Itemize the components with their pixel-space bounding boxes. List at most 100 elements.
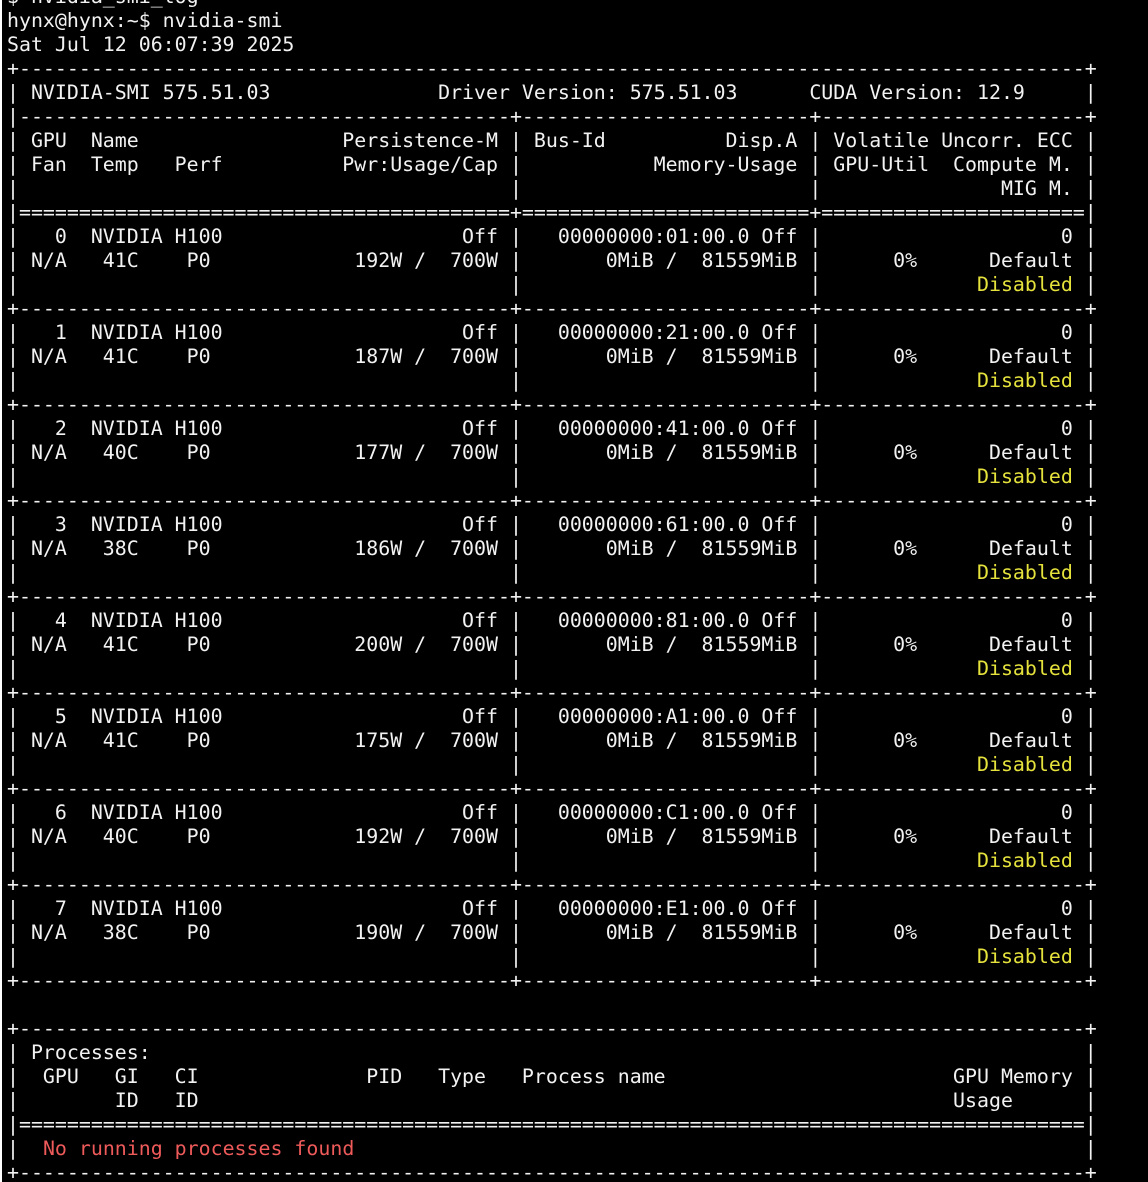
terminal-line: | N/A 41C P0 187W / 700W | 0MiB / 81559M… [7,345,1097,369]
terminal-text: | 6 NVIDIA H100 Off | 00000000:C1:00.0 O… [7,801,1097,824]
terminal-text: +---------------------------------------… [7,393,1097,416]
terminal-line: | GPU GI CI PID Type Process name GPU Me… [7,1065,1097,1089]
terminal-text: | NVIDIA-SMI 575.51.03 Driver Version: 5… [7,81,1097,104]
terminal-window[interactable]: $ nvidia_smi_loghynx@hynx:~$ nvidia-smiS… [2,0,1148,1182]
terminal-line: | 2 NVIDIA H100 Off | 00000000:41:00.0 O… [7,417,1097,441]
terminal-line: | 5 NVIDIA H100 Off | 00000000:A1:00.0 O… [7,705,1097,729]
terminal-text: | N/A 41C P0 175W / 700W | 0MiB / 81559M… [7,729,1097,752]
mig-mode-disabled-text: Disabled [977,273,1073,296]
terminal-line: | N/A 40C P0 177W / 700W | 0MiB / 81559M… [7,441,1097,465]
terminal-text: | | | [7,753,977,776]
terminal-line: +---------------------------------------… [7,873,1097,897]
terminal-line: $ nvidia_smi_log [7,0,1097,9]
terminal-text: | | | [7,273,977,296]
terminal-line: +---------------------------------------… [7,777,1097,801]
terminal-text: | [1072,273,1097,296]
mig-mode-disabled-text: Disabled [977,657,1073,680]
terminal-text: | GPU Name Persistence-M | Bus-Id Disp.A… [7,129,1097,152]
terminal-line: +---------------------------------------… [7,969,1097,993]
terminal-line: +---------------------------------------… [7,1017,1097,1041]
terminal-text: | | | MIG M. | [7,177,1097,200]
terminal-text: +---------------------------------------… [7,777,1097,800]
terminal-line: | | | MIG M. | [7,177,1097,201]
terminal-line: | | | Disabled | [7,273,1097,297]
terminal-text: |---------------------------------------… [7,105,1097,128]
terminal-text: | 3 NVIDIA H100 Off | 00000000:61:00.0 O… [7,513,1097,536]
terminal-text: | [1072,753,1097,776]
terminal-line: | NVIDIA-SMI 575.51.03 Driver Version: 5… [7,81,1097,105]
terminal-text: +---------------------------------------… [7,873,1097,896]
terminal-line: +---------------------------------------… [7,393,1097,417]
terminal-line: | | | Disabled | [7,753,1097,777]
terminal-line: +---------------------------------------… [7,489,1097,513]
terminal-line: | 1 NVIDIA H100 Off | 00000000:21:00.0 O… [7,321,1097,345]
terminal-line: | | | Disabled | [7,561,1097,585]
mig-mode-disabled-text: Disabled [977,753,1073,776]
terminal-line: hynx@hynx:~$ nvidia-smi [7,9,1097,33]
terminal-text: | [354,1137,1097,1160]
terminal-text: hynx@hynx:~$ nvidia-smi [7,9,283,32]
terminal-line: | | | Disabled | [7,945,1097,969]
terminal-line: | N/A 41C P0 200W / 700W | 0MiB / 81559M… [7,633,1097,657]
mig-mode-disabled-text: Disabled [977,369,1073,392]
terminal-text: | 2 NVIDIA H100 Off | 00000000:41:00.0 O… [7,417,1097,440]
terminal-line: | | | Disabled | [7,657,1097,681]
terminal-text: | | | [7,657,977,680]
mig-mode-disabled-text: Disabled [977,849,1073,872]
terminal-text: |=======================================… [7,201,1097,224]
terminal-line: | N/A 41C P0 175W / 700W | 0MiB / 81559M… [7,729,1097,753]
terminal-line: |---------------------------------------… [7,105,1097,129]
terminal-text: +---------------------------------------… [7,1017,1097,1040]
terminal-line: | | | Disabled | [7,369,1097,393]
terminal-line: | GPU Name Persistence-M | Bus-Id Disp.A… [7,129,1097,153]
terminal-text: Sat Jul 12 06:07:39 2025 [7,33,295,56]
terminal-text: | N/A 41C P0 192W / 700W | 0MiB / 81559M… [7,249,1097,272]
terminal-text: | Fan Temp Perf Pwr:Usage/Cap | Memory-U… [7,153,1097,176]
terminal-text: | 4 NVIDIA H100 Off | 00000000:81:00.0 O… [7,609,1097,632]
mig-mode-disabled-text: Disabled [977,561,1073,584]
terminal-text: | ID ID Usage | [7,1089,1097,1112]
terminal-text: | [1072,945,1097,968]
terminal-line: | N/A 41C P0 192W / 700W | 0MiB / 81559M… [7,249,1097,273]
terminal-text: | Processes: | [7,1041,1097,1064]
terminal-text: | | | [7,465,977,488]
terminal-text: | N/A 41C P0 187W / 700W | 0MiB / 81559M… [7,345,1097,368]
terminal-line: | Processes: | [7,1041,1097,1065]
terminal-text: +---------------------------------------… [7,1161,1097,1182]
terminal-line: | N/A 38C P0 186W / 700W | 0MiB / 81559M… [7,537,1097,561]
terminal-line: +---------------------------------------… [7,297,1097,321]
terminal-text: | [1072,561,1097,584]
terminal-line: | | | Disabled | [7,849,1097,873]
terminal-line: +---------------------------------------… [7,681,1097,705]
terminal-line: | 7 NVIDIA H100 Off | 00000000:E1:00.0 O… [7,897,1097,921]
mig-mode-disabled-text: Disabled [977,465,1073,488]
terminal-line: | 3 NVIDIA H100 Off | 00000000:61:00.0 O… [7,513,1097,537]
terminal-text: | 1 NVIDIA H100 Off | 00000000:21:00.0 O… [7,321,1097,344]
terminal-text: +---------------------------------------… [7,297,1097,320]
terminal-text: | N/A 40C P0 192W / 700W | 0MiB / 81559M… [7,825,1097,848]
terminal-text: | 5 NVIDIA H100 Off | 00000000:A1:00.0 O… [7,705,1097,728]
terminal-text: | 7 NVIDIA H100 Off | 00000000:E1:00.0 O… [7,897,1097,920]
terminal-output: $ nvidia_smi_loghynx@hynx:~$ nvidia-smiS… [7,0,1097,1182]
terminal-line: | 0 NVIDIA H100 Off | 00000000:01:00.0 O… [7,225,1097,249]
terminal-text: +---------------------------------------… [7,681,1097,704]
terminal-line: |=======================================… [7,1113,1097,1137]
terminal-text: +---------------------------------------… [7,969,1097,992]
terminal-text: $ nvidia_smi_log [7,0,199,8]
terminal-line: | Fan Temp Perf Pwr:Usage/Cap | Memory-U… [7,153,1097,177]
terminal-line: | | | Disabled | [7,465,1097,489]
terminal-line: | ID ID Usage | [7,1089,1097,1113]
no-processes-text: No running processes found [42,1137,355,1160]
terminal-text: | [1072,849,1097,872]
terminal-line: Sat Jul 12 06:07:39 2025 [7,33,1097,57]
terminal-text: | GPU GI CI PID Type Process name GPU Me… [7,1065,1097,1088]
terminal-text: | N/A 41C P0 200W / 700W | 0MiB / 81559M… [7,633,1097,656]
terminal-text: | N/A 38C P0 186W / 700W | 0MiB / 81559M… [7,537,1097,560]
terminal-text: | | | [7,561,977,584]
terminal-text: +---------------------------------------… [7,489,1097,512]
terminal-text: | [1072,657,1097,680]
terminal-line: | 6 NVIDIA H100 Off | 00000000:C1:00.0 O… [7,801,1097,825]
terminal-text: | 0 NVIDIA H100 Off | 00000000:01:00.0 O… [7,225,1097,248]
terminal-text: | | | [7,849,977,872]
